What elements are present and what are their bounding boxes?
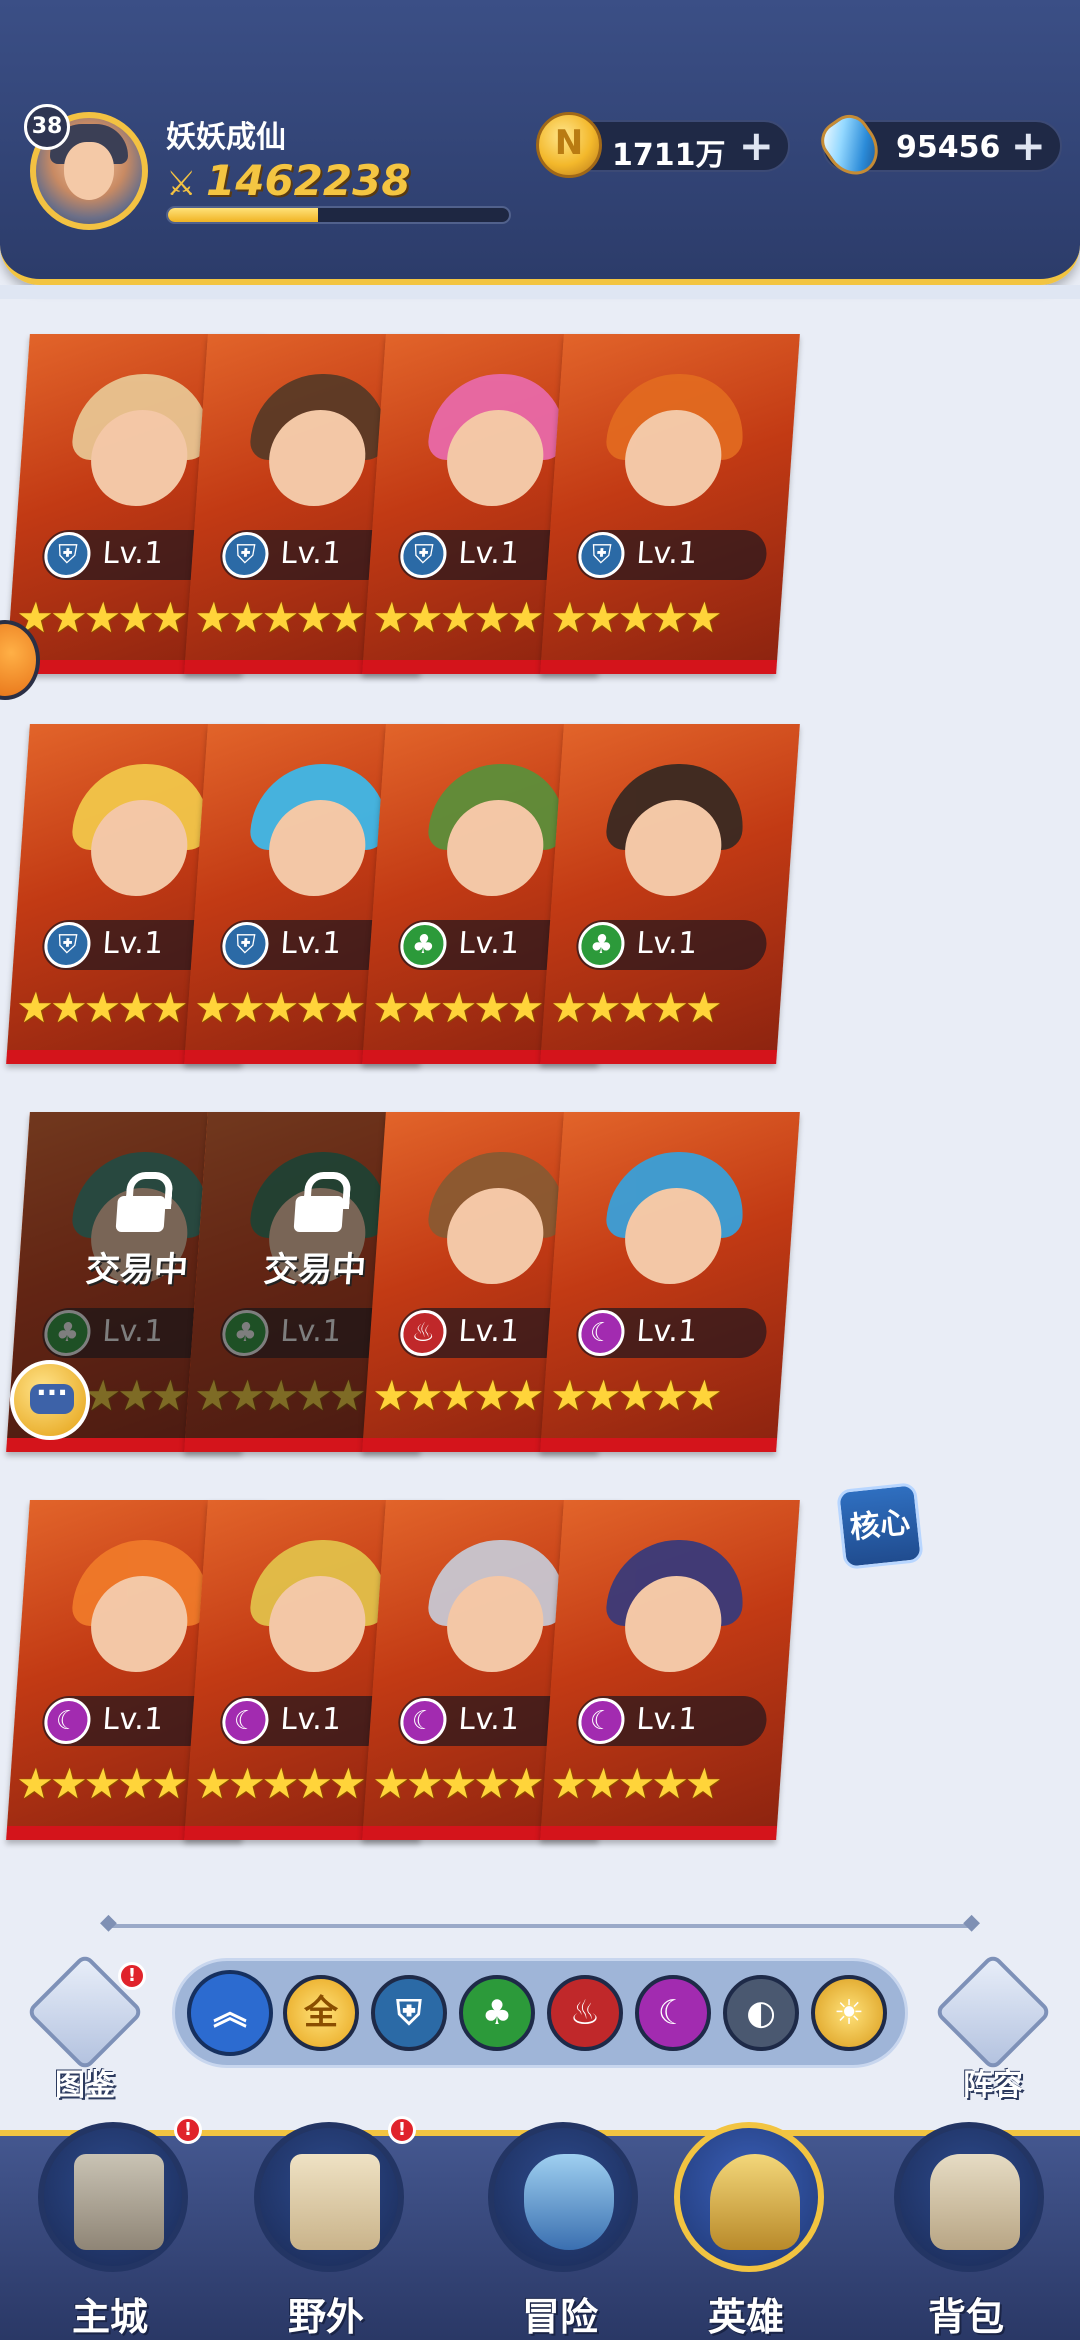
filter-guard-helmet-icon[interactable]: ⛨: [371, 1975, 447, 2051]
lock-icon: [115, 1172, 167, 1232]
faction-nature-icon: ♣: [42, 1310, 93, 1356]
nav-label-backpack: 背包: [927, 2295, 1004, 2339]
hero-card[interactable]: ⛨ Lv.1 ★★★★★: [540, 334, 800, 674]
nav-backpack[interactable]: 背包: [866, 2122, 1066, 2340]
hero-level-pill: ☾ Lv.1: [574, 1696, 769, 1746]
hero-card[interactable]: ☾ Lv.1 ★★★★★: [540, 1112, 800, 1452]
faction-filter-bar: ︽ 全 ⛨ ♣ ♨ ☾ ◐ ☀: [172, 1958, 908, 2068]
hero-level: Lv.1: [279, 536, 343, 571]
codex-button[interactable]: 图鉴 !: [25, 1952, 146, 2103]
codex-label: 图鉴: [55, 2068, 115, 2103]
hero-card[interactable]: ♣ Lv.1 ★★★★★: [540, 724, 800, 1064]
hero-level: Lv.1: [101, 536, 165, 571]
hero-level: Lv.1: [635, 1702, 699, 1737]
filter-light-sun-icon[interactable]: ☀: [811, 1975, 887, 2051]
faction-dark-icon: ☾: [576, 1698, 627, 1744]
faction-dark-icon: ☾: [398, 1698, 449, 1744]
hero-stars: ★★★★★: [548, 1759, 721, 1808]
hero-level: Lv.1: [279, 1314, 343, 1349]
core-tag: 核心: [836, 1482, 924, 1570]
faction-guard-icon: ⛨: [42, 532, 93, 578]
castle-icon: [38, 2122, 188, 2272]
hero-stars: ★★★★★: [548, 593, 721, 642]
bottom-nav: ! 主城 ! 野外 冒险 英雄 背包: [0, 2116, 1080, 2340]
hero-level: Lv.1: [457, 926, 521, 961]
nav-label-heroes: 英雄: [707, 2295, 784, 2339]
faction-nature-icon: ♣: [220, 1310, 271, 1356]
faction-guard-icon: ⛨: [398, 532, 449, 578]
lock-icon: [293, 1172, 345, 1232]
hero-level-pill: ⛨ Lv.1: [574, 530, 769, 580]
nav-label-main-city: 主城: [71, 2295, 148, 2339]
nav-adventure[interactable]: 冒险: [460, 2122, 660, 2340]
map-scroll-icon: [254, 2122, 404, 2272]
filter-dark-moon-icon[interactable]: ☾: [635, 1975, 711, 2051]
nav-main-city[interactable]: ! 主城: [10, 2116, 210, 2340]
hero-stars: ★★★★★: [548, 1371, 721, 1420]
main-city-alert-badge: !: [174, 2116, 202, 2144]
hero-level: Lv.1: [279, 926, 343, 961]
hero-level: Lv.1: [635, 1314, 699, 1349]
wild-alert-badge: !: [388, 2116, 416, 2144]
faction-nature-icon: ♣: [398, 922, 449, 968]
helmet-art: [710, 2154, 800, 2250]
shield-sword-icon: [488, 2122, 638, 2272]
hero-stars: ★★★★★: [548, 983, 721, 1032]
hero-level: Lv.1: [635, 926, 699, 961]
map-art: [290, 2154, 380, 2250]
lineup-button[interactable]: 阵容: [933, 1952, 1053, 2103]
filter-all[interactable]: 全: [283, 1975, 359, 2051]
faction-dark-icon: ☾: [576, 1310, 627, 1356]
hero-level: Lv.1: [101, 1702, 165, 1737]
hero-level-pill: ☾ Lv.1: [574, 1308, 769, 1358]
castle-art: [74, 2154, 164, 2250]
chat-bubble-icon: [30, 1376, 74, 1414]
faction-guard-icon: ⛨: [576, 532, 627, 578]
faction-guard-icon: ⛨: [220, 532, 271, 578]
nav-heroes[interactable]: 英雄: [646, 2122, 846, 2340]
faction-dark-icon: ☾: [42, 1698, 93, 1744]
lineup-label: 阵容: [963, 2068, 1023, 2103]
knight-helmet-icon: [674, 2122, 824, 2272]
nav-wild[interactable]: ! 野外: [226, 2116, 426, 2340]
hero-level: Lv.1: [635, 536, 699, 571]
filter-shadow-eclipse-icon[interactable]: ◐: [723, 1975, 799, 2051]
faction-guard-icon: ⛨: [220, 922, 271, 968]
hero-level: Lv.1: [101, 926, 165, 961]
faction-guard-icon: ⛨: [42, 922, 93, 968]
hero-level: Lv.1: [457, 536, 521, 571]
nav-label-adventure: 冒险: [521, 2295, 598, 2339]
lineup-castle-icon: [933, 1952, 1053, 2072]
backpack-art: [930, 2154, 1020, 2250]
hero-level: Lv.1: [457, 1314, 521, 1349]
hero-level: Lv.1: [101, 1314, 165, 1349]
filter-fire-icon[interactable]: ♨: [547, 1975, 623, 2051]
hero-card[interactable]: ☾ Lv.1 ★★★★★: [540, 1500, 800, 1840]
codex-alert-badge: !: [118, 1962, 146, 1990]
faction-dark-icon: ☾: [220, 1698, 271, 1744]
section-divider: [100, 1910, 980, 1935]
sort-toggle-button[interactable]: ︽: [187, 1970, 273, 2056]
hero-level: Lv.1: [279, 1702, 343, 1737]
hero-level-pill: ♣ Lv.1: [574, 920, 769, 970]
filter-nature-tree-icon[interactable]: ♣: [459, 1975, 535, 2051]
faction-fire-icon: ♨: [398, 1310, 449, 1356]
nav-label-wild: 野外: [287, 2295, 364, 2339]
chat-icon[interactable]: [10, 1360, 90, 1440]
hero-level: Lv.1: [457, 1702, 521, 1737]
backpack-icon: [894, 2122, 1044, 2272]
faction-nature-icon: ♣: [576, 922, 627, 968]
shield-art: [524, 2154, 614, 2250]
